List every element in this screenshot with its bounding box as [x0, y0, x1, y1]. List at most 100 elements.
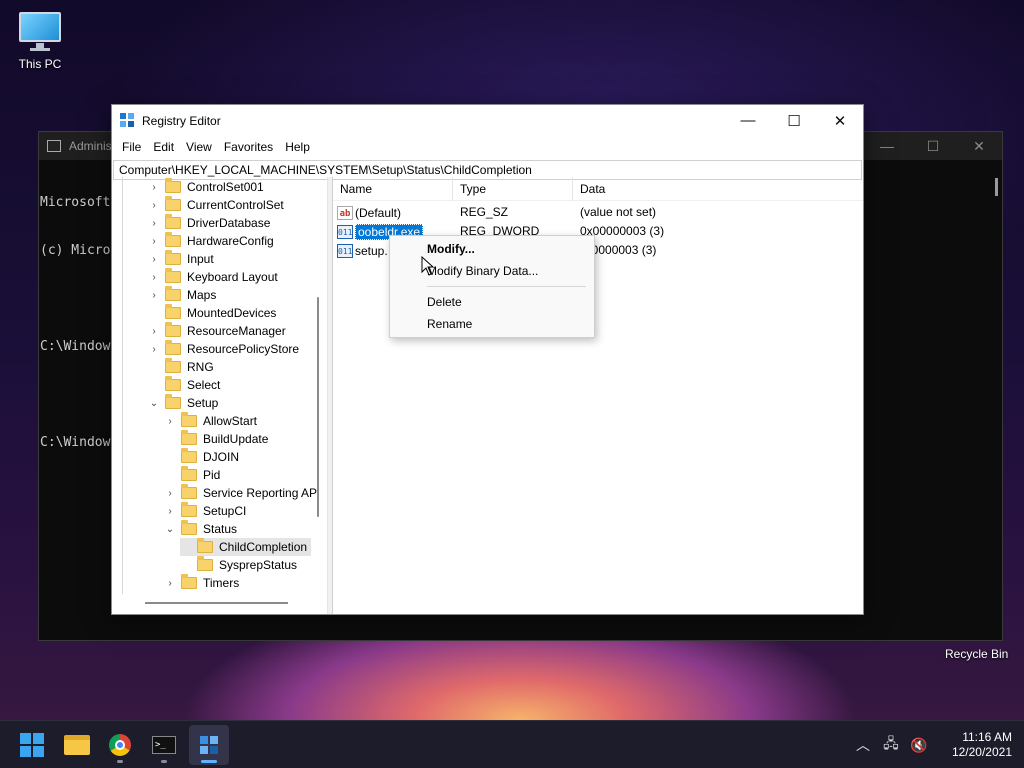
volume-muted-icon[interactable]: 🔇	[908, 737, 930, 754]
titlebar[interactable]: Registry Editor — ☐ ✕	[112, 105, 863, 136]
tree-item[interactable]: ChildCompletion	[180, 538, 312, 556]
list-header: Name Type Data	[333, 177, 863, 201]
close-button[interactable]: ✕	[817, 105, 863, 136]
console-maximize-button[interactable]: ☐	[910, 132, 956, 160]
address-path: Computer\HKEY_LOCAL_MACHINE\SYSTEM\Setup…	[119, 163, 532, 177]
chevron-right-icon[interactable]: ›	[148, 272, 160, 283]
tree-item[interactable]: SysprepStatus	[180, 556, 297, 574]
chevron-up-icon[interactable]: ︿	[852, 735, 874, 755]
clock[interactable]: 11:16 AM 12/20/2021	[952, 730, 1012, 760]
context-menu-delete[interactable]: Delete	[390, 291, 594, 313]
column-header-data[interactable]: Data	[573, 177, 863, 201]
chevron-right-icon[interactable]: ›	[148, 200, 160, 211]
column-header-name[interactable]: Name	[333, 177, 453, 201]
string-value-icon: ab	[337, 205, 353, 220]
console-minimize-button[interactable]: —	[864, 132, 910, 160]
recycle-bin-desktop-icon[interactable]: Recycle Bin	[945, 647, 1008, 661]
tree-item[interactable]: › DriverDatabase	[148, 214, 270, 232]
tree-item[interactable]: ⌄ Status	[164, 520, 237, 538]
taskbar-file-explorer[interactable]	[57, 725, 97, 765]
tree-item-label: AllowStart	[203, 414, 258, 428]
folder-icon	[165, 232, 181, 247]
tree-item[interactable]: › CurrentControlSet	[148, 196, 284, 214]
tree-item[interactable]: › ControlSet001	[148, 178, 264, 196]
tree-item-label: Pid	[203, 468, 221, 482]
tree-item[interactable]: › Input	[148, 250, 214, 268]
menu-favorites[interactable]: Favorites	[218, 140, 279, 154]
tree-item[interactable]: › Service Reporting AP	[164, 484, 317, 502]
tree-item[interactable]: › SetupCI	[164, 502, 246, 520]
list-item[interactable]: ab (Default) REG_SZ (value not set)	[337, 203, 863, 222]
folder-icon	[181, 448, 197, 463]
folder-icon	[165, 196, 181, 211]
taskbar-chrome[interactable]	[100, 725, 140, 765]
tree-item[interactable]: ⌄ Setup	[148, 394, 218, 412]
folder-icon	[64, 735, 90, 755]
tree-item-label: DriverDatabase	[187, 216, 271, 230]
folder-icon	[165, 322, 181, 337]
tree-item[interactable]: Pid	[164, 466, 220, 484]
tree-item[interactable]: MountedDevices	[148, 304, 276, 322]
key-tree-pane[interactable]: › ControlSet001 › CurrentControlSet › DriverD…	[112, 177, 328, 614]
tree-item-label: SysprepStatus	[219, 558, 298, 572]
tree-item-label: Input	[187, 252, 214, 266]
folder-icon	[181, 466, 197, 481]
tree-item[interactable]: › ResourcePolicyStore	[148, 340, 299, 358]
menu-file[interactable]: File	[116, 140, 147, 154]
menu-view[interactable]: View	[180, 140, 218, 154]
tree-item-label: Keyboard Layout	[187, 270, 278, 284]
chrome-icon	[109, 734, 131, 756]
running-indicator	[201, 760, 217, 763]
tree-item[interactable]: › Timers	[164, 574, 239, 592]
start-button[interactable]	[12, 725, 52, 765]
taskbar-registry-editor[interactable]	[189, 725, 229, 765]
tree-item[interactable]: › HardwareConfig	[148, 232, 274, 250]
folder-icon	[165, 250, 181, 265]
chevron-right-icon[interactable]: ›	[148, 344, 160, 355]
folder-icon	[181, 502, 197, 517]
tree-item[interactable]: RNG	[148, 358, 214, 376]
this-pc-label: This PC	[18, 57, 62, 71]
tree-item[interactable]: › Keyboard Layout	[148, 268, 278, 286]
chevron-right-icon[interactable]: ›	[148, 326, 160, 337]
folder-icon	[165, 394, 181, 409]
console-close-button[interactable]: ✕	[956, 132, 1002, 160]
chevron-down-icon[interactable]: ⌄	[164, 524, 176, 535]
minimize-button[interactable]: —	[725, 105, 771, 136]
tree-item[interactable]: › AllowStart	[164, 412, 257, 430]
menu-help[interactable]: Help	[279, 140, 316, 154]
chevron-right-icon[interactable]: ›	[148, 254, 160, 265]
folder-icon	[165, 376, 181, 391]
terminal-icon	[47, 140, 61, 152]
tree-item[interactable]: Select	[148, 376, 220, 394]
this-pc-desktop-icon[interactable]: This PC	[0, 12, 80, 71]
tree-item[interactable]: DJOIN	[164, 448, 239, 466]
console-scrollbar[interactable]	[995, 178, 998, 196]
value-name: setup.	[355, 243, 388, 258]
folder-icon	[181, 520, 197, 535]
chevron-right-icon[interactable]: ›	[164, 488, 176, 499]
column-header-type[interactable]: Type	[453, 177, 573, 201]
chevron-right-icon[interactable]: ›	[148, 218, 160, 229]
value-type: REG_SZ	[460, 205, 509, 219]
tree-vertical-scrollbar[interactable]	[317, 297, 319, 517]
chevron-right-icon[interactable]: ›	[148, 290, 160, 301]
tree-horizontal-scrollbar[interactable]	[145, 602, 288, 604]
tree-item-label: Timers	[203, 576, 240, 590]
taskbar: >_ ︿ 🖧 🔇 11:16 AM 12/20/2021	[0, 720, 1024, 768]
taskbar-terminal[interactable]: >_	[144, 725, 184, 765]
tree-item[interactable]: BuildUpdate	[164, 430, 268, 448]
menu-edit[interactable]: Edit	[147, 140, 180, 154]
chevron-right-icon[interactable]: ›	[164, 416, 176, 427]
maximize-button[interactable]: ☐	[771, 105, 817, 136]
chevron-right-icon[interactable]: ›	[164, 506, 176, 517]
chevron-right-icon[interactable]: ›	[148, 236, 160, 247]
context-menu-rename[interactable]: Rename	[390, 313, 594, 335]
chevron-down-icon[interactable]: ⌄	[148, 398, 160, 409]
windows-logo-icon	[20, 733, 44, 757]
chevron-right-icon[interactable]: ›	[148, 182, 160, 193]
network-icon[interactable]: 🖧	[880, 733, 902, 757]
tree-item[interactable]: › Maps	[148, 286, 216, 304]
chevron-right-icon[interactable]: ›	[164, 578, 176, 589]
tree-item[interactable]: › ResourceManager	[148, 322, 286, 340]
